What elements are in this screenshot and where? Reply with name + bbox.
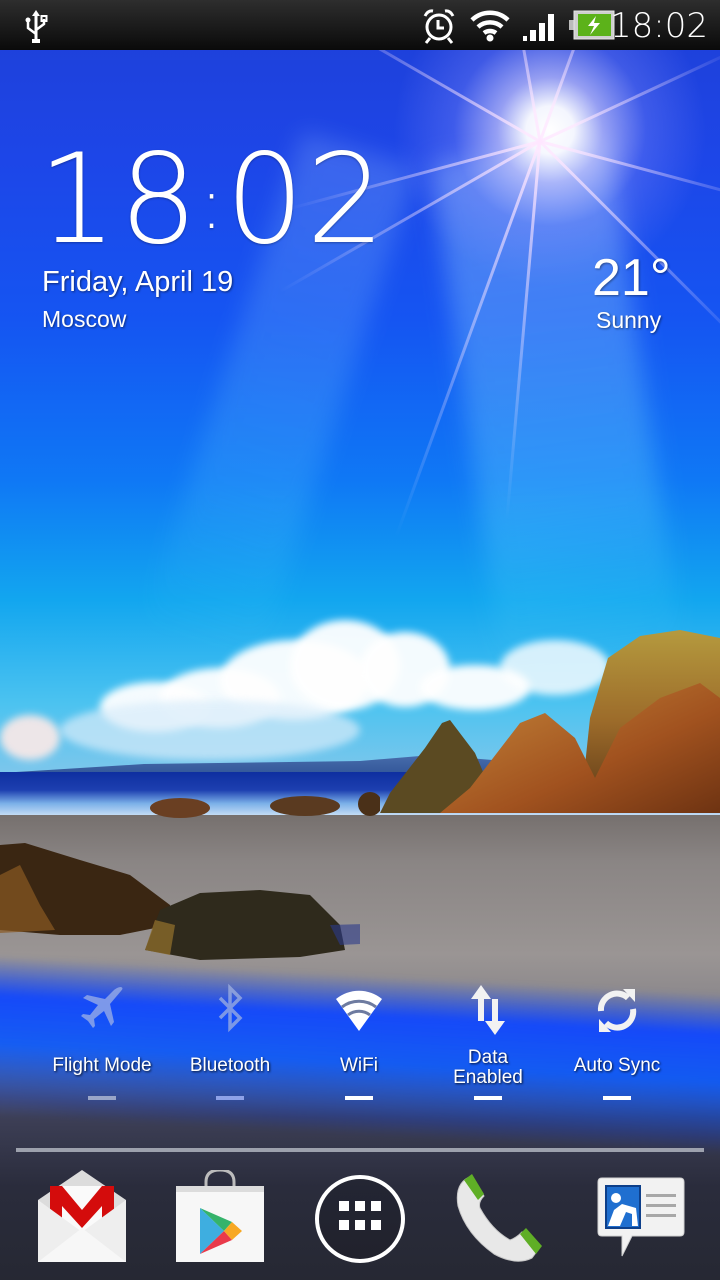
sync-icon: [597, 989, 637, 1032]
date-label: Friday, April 19: [42, 266, 234, 298]
usb-icon: [25, 10, 48, 43]
toggle-state-indicator: [88, 1096, 116, 1100]
clock-separator: :: [199, 163, 226, 245]
toggle-state-indicator: [345, 1096, 373, 1100]
wifi-icon: [336, 990, 382, 1031]
wallpaper-rocks: [380, 630, 720, 813]
dock-divider: [16, 1148, 704, 1152]
battery-charging-icon: [569, 10, 615, 40]
data-arrows-icon: [471, 985, 505, 1035]
phone-icon: [456, 1174, 542, 1262]
clock-hours: 18: [38, 128, 200, 272]
city-label: Moscow: [42, 306, 127, 332]
weather-condition-label: Sunny: [596, 307, 662, 333]
cloud: [0, 715, 60, 760]
toggle-state-indicator: [216, 1096, 244, 1100]
airplane-icon: [81, 987, 123, 1028]
toggle-auto-sync[interactable]: Auto Sync: [553, 978, 681, 1108]
toggle-flight-mode[interactable]: Flight Mode: [38, 978, 166, 1108]
toggle-wifi[interactable]: WiFi: [295, 978, 423, 1108]
toggle-mobile-data[interactable]: Data Enabled: [424, 978, 552, 1108]
toggle-label: Data Enabled: [424, 1048, 552, 1088]
toggle-label: Bluetooth: [189, 1055, 271, 1076]
alarm-icon: [423, 9, 455, 44]
toggle-label-line2: Enabled: [453, 1067, 523, 1088]
cell-signal-icon: [523, 14, 554, 41]
dock-phone[interactable]: [450, 1170, 550, 1270]
dock-gmail[interactable]: [32, 1170, 132, 1270]
messages-icon: [597, 1177, 685, 1257]
toggle-label: Flight Mode: [52, 1055, 152, 1076]
app-drawer-icon: [315, 1175, 405, 1263]
bluetooth-icon: [218, 983, 243, 1033]
wifi-signal-icon: [470, 10, 510, 42]
gmail-icon: [38, 1170, 126, 1262]
wallpaper-small-rocks: [150, 792, 380, 818]
status-time: 18:02: [610, 6, 708, 46]
play-store-icon: [176, 1168, 264, 1262]
dock-app-drawer[interactable]: [310, 1170, 410, 1270]
dock-messages[interactable]: [592, 1170, 692, 1270]
toggle-state-indicator: [603, 1096, 631, 1100]
toggle-state-indicator: [474, 1096, 502, 1100]
toggle-label-line1: Data: [467, 1047, 509, 1068]
toggle-label: Auto Sync: [573, 1055, 661, 1076]
wallpaper-foreground-rocks: [0, 843, 360, 960]
cloud: [60, 700, 360, 760]
clock-time: 18:02: [38, 128, 387, 272]
temperature-label: 21°: [592, 249, 671, 307]
status-bar[interactable]: 18:02: [0, 0, 720, 50]
toggle-bluetooth[interactable]: Bluetooth: [166, 978, 294, 1108]
toggle-label: WiFi: [340, 1055, 378, 1076]
clock-minutes: 02: [225, 128, 388, 272]
dock-play-store[interactable]: [170, 1168, 270, 1270]
